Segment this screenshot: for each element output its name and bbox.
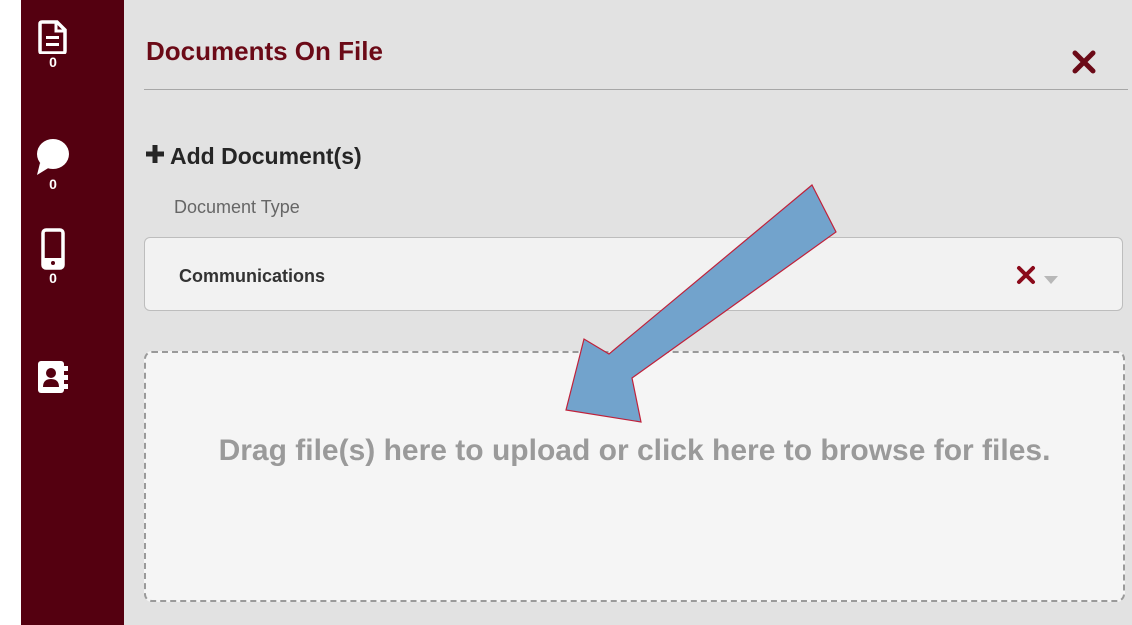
title-divider [144,89,1128,90]
documents-panel: Documents On File Add Document(s) Docume… [124,0,1132,625]
dropzone-text: Drag file(s) here to upload or click her… [218,434,1051,467]
chat-bubble-icon [21,136,85,176]
documents-count: 0 [49,54,57,70]
chevron-down-icon[interactable] [1044,271,1058,284]
document-type-select[interactable]: Communications [144,237,1123,311]
mobile-phone-icon [21,228,85,270]
add-document-label: Add Document(s) [170,143,362,169]
close-button[interactable] [1070,48,1098,76]
clear-selection-icon[interactable] [1016,265,1036,285]
sidebar-item-documents[interactable]: 0 [21,20,85,70]
add-document-button[interactable]: Add Document(s) [146,143,362,170]
contact-book-icon [21,360,85,394]
sidebar: 0 0 0 [21,0,124,625]
sidebar-item-messages[interactable]: 0 [21,136,85,192]
panel-title: Documents On File [146,36,383,66]
messages-count: 0 [49,176,57,192]
document-type-label: Document Type [174,197,300,217]
file-dropzone[interactable]: Drag file(s) here to upload or click her… [144,351,1125,602]
sidebar-item-contacts[interactable] [21,360,85,394]
plus-icon [146,145,164,168]
mobile-count: 0 [49,270,57,286]
close-icon [1070,50,1098,80]
sidebar-item-mobile[interactable]: 0 [21,228,85,286]
document-icon [21,20,85,54]
document-type-value: Communications [179,266,326,286]
